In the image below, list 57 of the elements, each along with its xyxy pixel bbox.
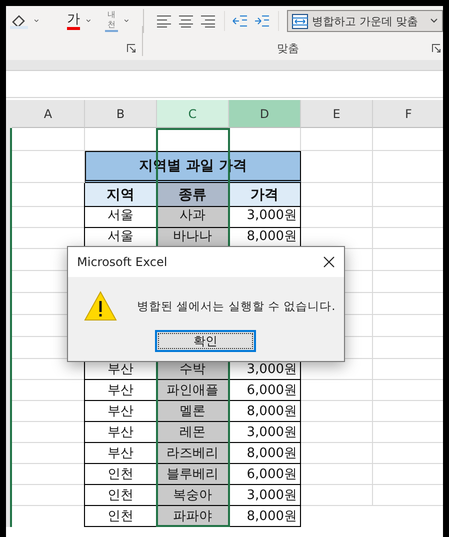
dialog-title: Microsoft Excel: [77, 255, 168, 269]
merge-center-button[interactable]: 병합하고 가운데 맞춤: [286, 10, 443, 32]
table-cell: 부산: [84, 443, 157, 464]
header-cell: 가격: [228, 183, 301, 207]
table-cell: 라즈베리: [156, 443, 229, 464]
grid-cell[interactable]: [12, 128, 85, 151]
warning-icon: [84, 291, 117, 321]
header-cell: 종류: [156, 183, 229, 207]
header-cell: 지역: [84, 183, 157, 207]
table-cell: 인천: [84, 506, 157, 527]
dialog-launcher-icon[interactable]: [432, 44, 441, 52]
table-cell: 사과: [156, 207, 229, 228]
table-cell: 부산: [84, 422, 157, 443]
caret-icon[interactable]: [34, 18, 39, 24]
grid-cell[interactable]: [301, 128, 373, 151]
table-cell: 6,000원: [228, 464, 301, 485]
increase-indent-icon[interactable]: [254, 14, 270, 28]
ok-button[interactable]: 확인: [155, 330, 256, 352]
caret-icon[interactable]: [124, 18, 130, 24]
font-color-button[interactable]: 가: [66, 12, 80, 30]
table-cell: 8,000원: [228, 443, 301, 464]
table-cell: 인천: [84, 485, 157, 506]
table-cell: 파인애플: [156, 380, 229, 401]
table-cell: 부산: [84, 380, 157, 401]
column-header[interactable]: F: [373, 100, 443, 128]
table-cell: 멜론: [156, 401, 229, 422]
table-cell: 6,000원: [228, 380, 301, 401]
table-cell: 복숭아: [156, 485, 229, 506]
dialog-message: 병합된 셀에서는 실행할 수 없습니다.: [137, 298, 336, 314]
caret-icon[interactable]: [86, 18, 91, 24]
caret-icon: [430, 18, 438, 24]
table-cell: 파파야: [156, 506, 229, 527]
table-cell: 부산: [84, 401, 157, 422]
close-icon[interactable]: [323, 256, 335, 268]
column-header[interactable]: B: [85, 100, 157, 128]
align-center-icon[interactable]: [178, 14, 194, 28]
table-cell: 3,000원: [228, 207, 301, 228]
table-cell: 8,000원: [228, 401, 301, 422]
column-header[interactable]: E: [301, 100, 373, 128]
merge-cells-icon: [292, 14, 308, 28]
table-cell: 서울: [84, 207, 157, 228]
phonetic-button[interactable]: 내천: [104, 10, 118, 32]
dialog-launcher-icon[interactable]: [127, 44, 136, 52]
table-cell: 3,000원: [228, 485, 301, 506]
align-right-icon[interactable]: [200, 14, 216, 28]
table-cell: 레몬: [156, 422, 229, 443]
table-cell: 8,000원: [228, 506, 301, 527]
fill-color-icon[interactable]: [10, 13, 28, 29]
table-cell: 블루베리: [156, 464, 229, 485]
column-header[interactable]: A: [12, 100, 85, 128]
table-cell: 3,000원: [228, 422, 301, 443]
group-label: 맞춤: [277, 40, 299, 56]
decrease-indent-icon[interactable]: [232, 14, 248, 28]
align-left-icon[interactable]: [156, 14, 172, 28]
column-header[interactable]: D: [229, 100, 301, 128]
table-cell: 인천: [84, 464, 157, 485]
column-header[interactable]: C: [157, 100, 229, 128]
